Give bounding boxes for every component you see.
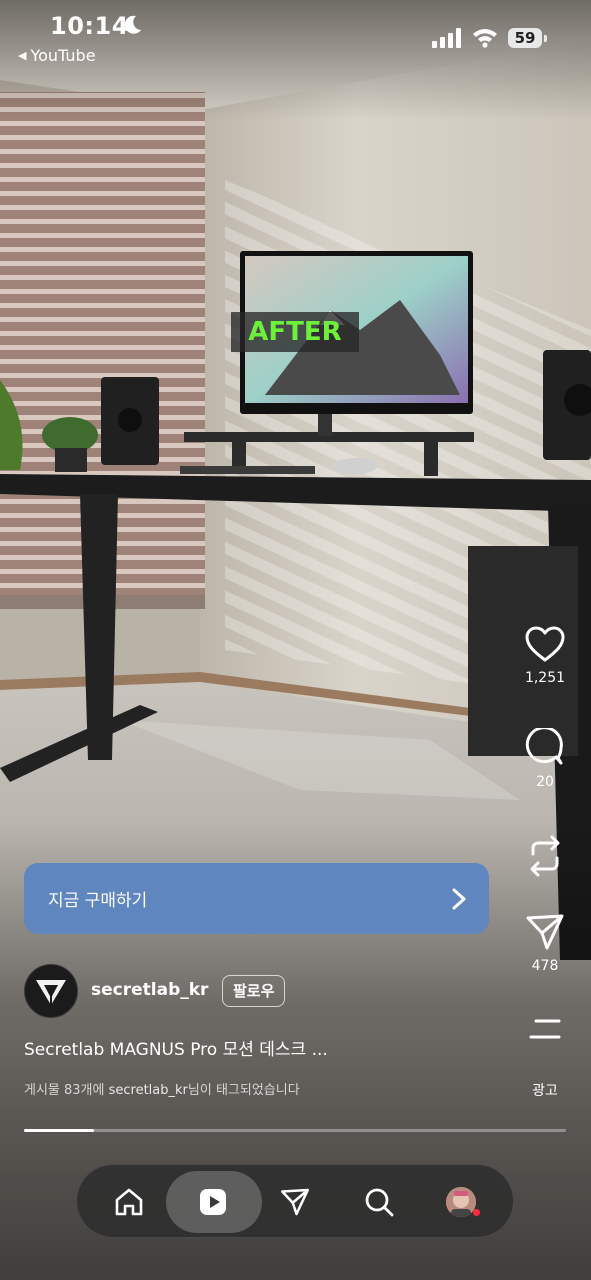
send-icon: [526, 914, 564, 950]
tagged-suffix: 님이 태그되었습니다: [187, 1083, 300, 1098]
reels-icon: [200, 1189, 226, 1215]
back-to-app-link[interactable]: ◀ YouTube: [18, 46, 96, 65]
nav-reels[interactable]: [183, 1172, 243, 1232]
chevron-right-icon: [452, 888, 466, 909]
status-time: 10:14: [50, 12, 129, 40]
ad-label: 광고: [532, 1083, 558, 1099]
wifi-icon: [473, 29, 497, 48]
back-app-label: YouTube: [30, 46, 96, 65]
buy-now-label: 지금 구매하기: [48, 891, 148, 911]
profile-avatar: [446, 1187, 476, 1217]
tagged-prefix: 게시물 83개에: [24, 1083, 109, 1098]
repost-button[interactable]: [519, 834, 571, 878]
nav-search[interactable]: [349, 1172, 409, 1232]
like-count: 1,251: [524, 670, 566, 686]
comment-icon: [525, 728, 563, 765]
secretlab-logo-icon: [36, 980, 66, 1005]
comment-count: 20: [536, 774, 554, 790]
account-avatar[interactable]: [24, 964, 78, 1018]
more-icon: [529, 1019, 561, 1039]
follow-button[interactable]: 팔로우: [222, 975, 286, 1007]
repost-icon: [530, 835, 560, 877]
buy-now-button[interactable]: 지금 구매하기: [24, 863, 489, 934]
send-nav-icon: [280, 1188, 310, 1216]
battery-level: 59: [508, 28, 542, 48]
like-button[interactable]: 1,251: [519, 626, 571, 686]
bottom-nav: [76, 1164, 514, 1238]
video-progress-bar[interactable]: [24, 1129, 566, 1132]
battery-nub: [544, 35, 547, 42]
post-caption[interactable]: Secretlab MAGNUS Pro 모션 데스크 ...: [24, 1035, 328, 1060]
account-username[interactable]: secretlab_kr: [91, 980, 208, 1000]
nav-messages[interactable]: [265, 1172, 325, 1232]
battery-indicator: 59: [508, 28, 548, 50]
after-label: AFTER: [231, 312, 359, 352]
nav-home[interactable]: [99, 1172, 159, 1232]
heart-icon: [525, 626, 565, 662]
moon-icon: [124, 15, 141, 34]
search-icon: [365, 1188, 394, 1217]
tagged-user: secretlab_kr: [108, 1083, 188, 1098]
share-button[interactable]: 478: [519, 912, 571, 974]
back-triangle-icon: ◀: [18, 49, 27, 62]
tagged-info[interactable]: 게시물 83개에 secretlab_kr님이 태그되었습니다: [24, 1079, 300, 1098]
nav-profile[interactable]: [431, 1172, 491, 1232]
more-button[interactable]: [519, 1018, 571, 1040]
home-icon: [115, 1188, 143, 1216]
share-count: 478: [531, 958, 559, 974]
video-progress-fill: [24, 1129, 95, 1132]
notification-dot: [473, 1209, 480, 1216]
comment-button[interactable]: 20: [519, 728, 571, 790]
signal-icon: [432, 28, 461, 48]
